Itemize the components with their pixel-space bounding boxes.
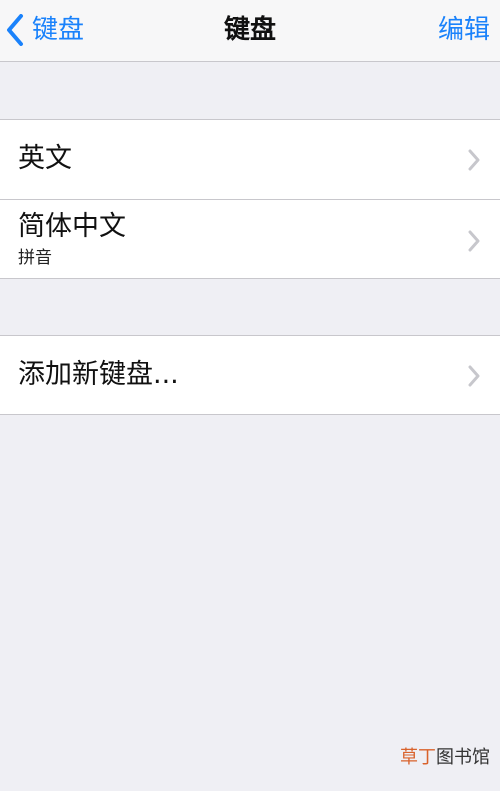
edit-button[interactable]: 编辑 bbox=[438, 10, 490, 50]
add-keyboard-group: 添加新键盘... bbox=[0, 335, 500, 415]
keyboard-item-label: 英文 bbox=[18, 143, 72, 174]
watermark-text: 图书馆 bbox=[436, 747, 490, 768]
keyboard-item-english[interactable]: 英文 bbox=[0, 120, 500, 199]
keyboards-group: 英文 简体中文 拼音 bbox=[0, 119, 500, 279]
keyboard-item-sublabel: 拼音 bbox=[18, 248, 52, 268]
page-title: 键盘 bbox=[223, 15, 276, 45]
chevron-right-icon bbox=[468, 230, 480, 252]
keyboard-item-simplified-chinese[interactable]: 简体中文 拼音 bbox=[0, 199, 500, 278]
chevron-right-icon bbox=[468, 365, 480, 387]
keyboard-item-label: 简体中文 bbox=[18, 211, 126, 242]
add-keyboard-button[interactable]: 添加新键盘... bbox=[0, 336, 500, 414]
watermark-accent: 草丁 bbox=[400, 747, 436, 768]
navigation-bar: 键盘 键盘 编辑 bbox=[0, 0, 500, 62]
add-keyboard-label: 添加新键盘... bbox=[18, 359, 179, 390]
chevron-right-icon bbox=[468, 149, 480, 171]
watermark: 草丁图书馆 bbox=[400, 743, 490, 769]
